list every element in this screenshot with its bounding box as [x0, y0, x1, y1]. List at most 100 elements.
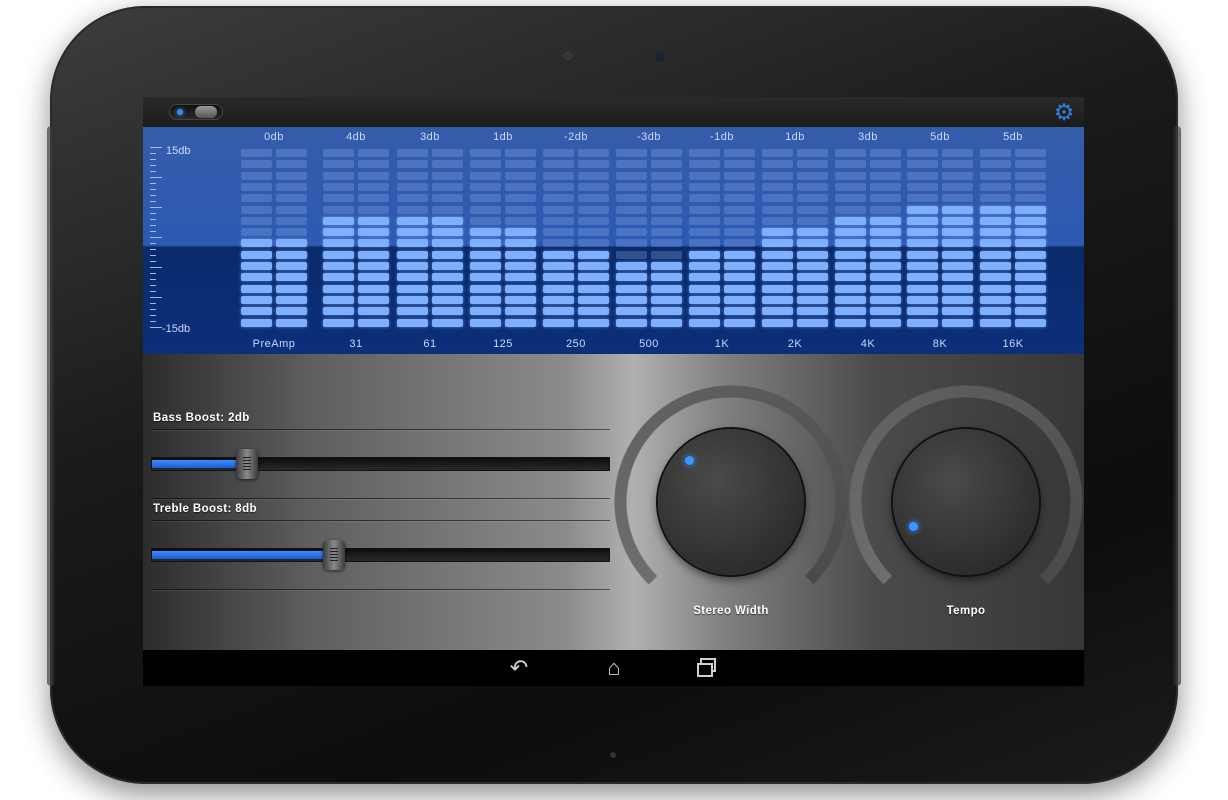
eq-band-cell[interactable]	[505, 194, 536, 203]
eq-band-cell[interactable]	[543, 318, 574, 327]
eq-band-cell[interactable]	[762, 318, 793, 327]
eq-band-cell[interactable]	[762, 216, 793, 225]
eq-band-cell[interactable]	[762, 273, 793, 282]
eq-band-cell[interactable]	[835, 171, 866, 180]
eq-band-cell[interactable]	[397, 216, 428, 225]
eq-band-cell[interactable]	[724, 284, 755, 293]
eq-band-cell[interactable]	[358, 205, 389, 214]
eq-band-cell[interactable]	[797, 307, 828, 316]
eq-band-cell[interactable]	[762, 295, 793, 304]
eq-band-cell[interactable]	[689, 307, 720, 316]
eq-band-cell[interactable]	[797, 205, 828, 214]
eq-band-cell[interactable]	[689, 160, 720, 169]
eq-band-cell[interactable]	[505, 318, 536, 327]
eq-band-cell[interactable]	[651, 160, 682, 169]
eq-band-cell[interactable]	[762, 194, 793, 203]
eq-band-cell[interactable]	[907, 182, 938, 191]
eq-band-cell[interactable]	[397, 182, 428, 191]
eq-band-cell[interactable]	[505, 284, 536, 293]
eq-band-cell[interactable]	[616, 149, 647, 157]
eq-band-cell[interactable]	[505, 160, 536, 169]
eq-band-cell[interactable]	[397, 205, 428, 214]
eq-band-cell[interactable]	[980, 171, 1011, 180]
eq-band-cell[interactable]	[276, 307, 307, 316]
eq-band-cell[interactable]	[907, 149, 938, 157]
eq-band-cell[interactable]	[397, 273, 428, 282]
eq-band-cell[interactable]	[689, 273, 720, 282]
eq-band-cell[interactable]	[870, 194, 901, 203]
eq-band-cell[interactable]	[907, 284, 938, 293]
eq-band-cell[interactable]	[276, 205, 307, 214]
eq-band-cell[interactable]	[241, 239, 272, 248]
eq-band-cell[interactable]	[616, 307, 647, 316]
eq-band-cell[interactable]	[616, 171, 647, 180]
eq-band-cell[interactable]	[578, 284, 609, 293]
treble-thumb[interactable]	[323, 540, 345, 570]
eq-band-cell[interactable]	[470, 216, 501, 225]
eq-band-cell[interactable]	[907, 205, 938, 214]
eq-band-cell[interactable]	[651, 273, 682, 282]
eq-band-cell[interactable]	[835, 182, 866, 191]
eq-band-cell[interactable]	[980, 284, 1011, 293]
eq-band-cell[interactable]	[397, 239, 428, 248]
eq-band-cell[interactable]	[762, 160, 793, 169]
eq-band-cell[interactable]	[942, 228, 973, 237]
stereo-width-knob[interactable]: Stereo Width	[613, 384, 849, 620]
eq-band-cell[interactable]	[1015, 295, 1046, 304]
eq-band-cell[interactable]	[724, 216, 755, 225]
eq-band-cell[interactable]	[870, 307, 901, 316]
eq-band-cell[interactable]	[870, 318, 901, 327]
eq-band-cell[interactable]	[797, 149, 828, 157]
eq-band-cell[interactable]	[276, 182, 307, 191]
eq-band-cell[interactable]	[835, 194, 866, 203]
eq-band-cell[interactable]	[241, 228, 272, 237]
eq-band-cell[interactable]	[870, 149, 901, 157]
eq-band-cell[interactable]	[835, 228, 866, 237]
eq-band-cell[interactable]	[578, 307, 609, 316]
eq-band-cell[interactable]	[578, 239, 609, 248]
knob-body[interactable]	[658, 429, 804, 575]
eq-band-cell[interactable]	[543, 216, 574, 225]
eq-band-cell[interactable]	[797, 273, 828, 282]
eq-band-cell[interactable]	[323, 194, 354, 203]
eq-band-cell[interactable]	[651, 262, 682, 270]
eq-band-cell[interactable]	[835, 262, 866, 270]
eq-band-cell[interactable]	[323, 307, 354, 316]
eq-band-cell[interactable]	[397, 194, 428, 203]
eq-band-cell[interactable]	[358, 307, 389, 316]
eq-band-cell[interactable]	[980, 273, 1011, 282]
eq-band-cell[interactable]	[505, 149, 536, 157]
eq-band-cell[interactable]	[432, 171, 463, 180]
eq-band-cell[interactable]	[432, 228, 463, 237]
eq-band-cell[interactable]	[505, 273, 536, 282]
eq-band-cell[interactable]	[432, 194, 463, 203]
eq-band-cell[interactable]	[358, 149, 389, 157]
eq-band-cell[interactable]	[907, 171, 938, 180]
eq-band-cell[interactable]	[797, 318, 828, 327]
eq-band-cell[interactable]	[505, 216, 536, 225]
eq-band-cell[interactable]	[578, 182, 609, 191]
eq-band-cell[interactable]	[543, 205, 574, 214]
eq-band-cell[interactable]	[578, 295, 609, 304]
eq-band-cell[interactable]	[651, 239, 682, 248]
eq-band-cell[interactable]	[835, 149, 866, 157]
eq-band-cell[interactable]	[276, 228, 307, 237]
tempo-knob[interactable]: Tempo	[848, 384, 1084, 620]
knob-body[interactable]	[893, 429, 1039, 575]
eq-band-cell[interactable]	[870, 273, 901, 282]
eq-band-cell[interactable]	[470, 160, 501, 169]
eq-band-cell[interactable]	[578, 149, 609, 157]
eq-band-cell[interactable]	[870, 228, 901, 237]
eq-band-cell[interactable]	[578, 262, 609, 270]
eq-band-cell[interactable]	[578, 194, 609, 203]
eq-band-cell[interactable]	[276, 194, 307, 203]
eq-band-cell[interactable]	[907, 250, 938, 259]
eq-band-cell[interactable]	[907, 307, 938, 316]
eq-band-cell[interactable]	[470, 284, 501, 293]
eq-band-cell[interactable]	[689, 182, 720, 191]
eq-band-cell[interactable]	[1015, 318, 1046, 327]
eq-band-cell[interactable]	[358, 182, 389, 191]
eq-band-cell[interactable]	[797, 284, 828, 293]
eq-band-cell[interactable]	[835, 205, 866, 214]
eq-band-cell[interactable]	[980, 295, 1011, 304]
